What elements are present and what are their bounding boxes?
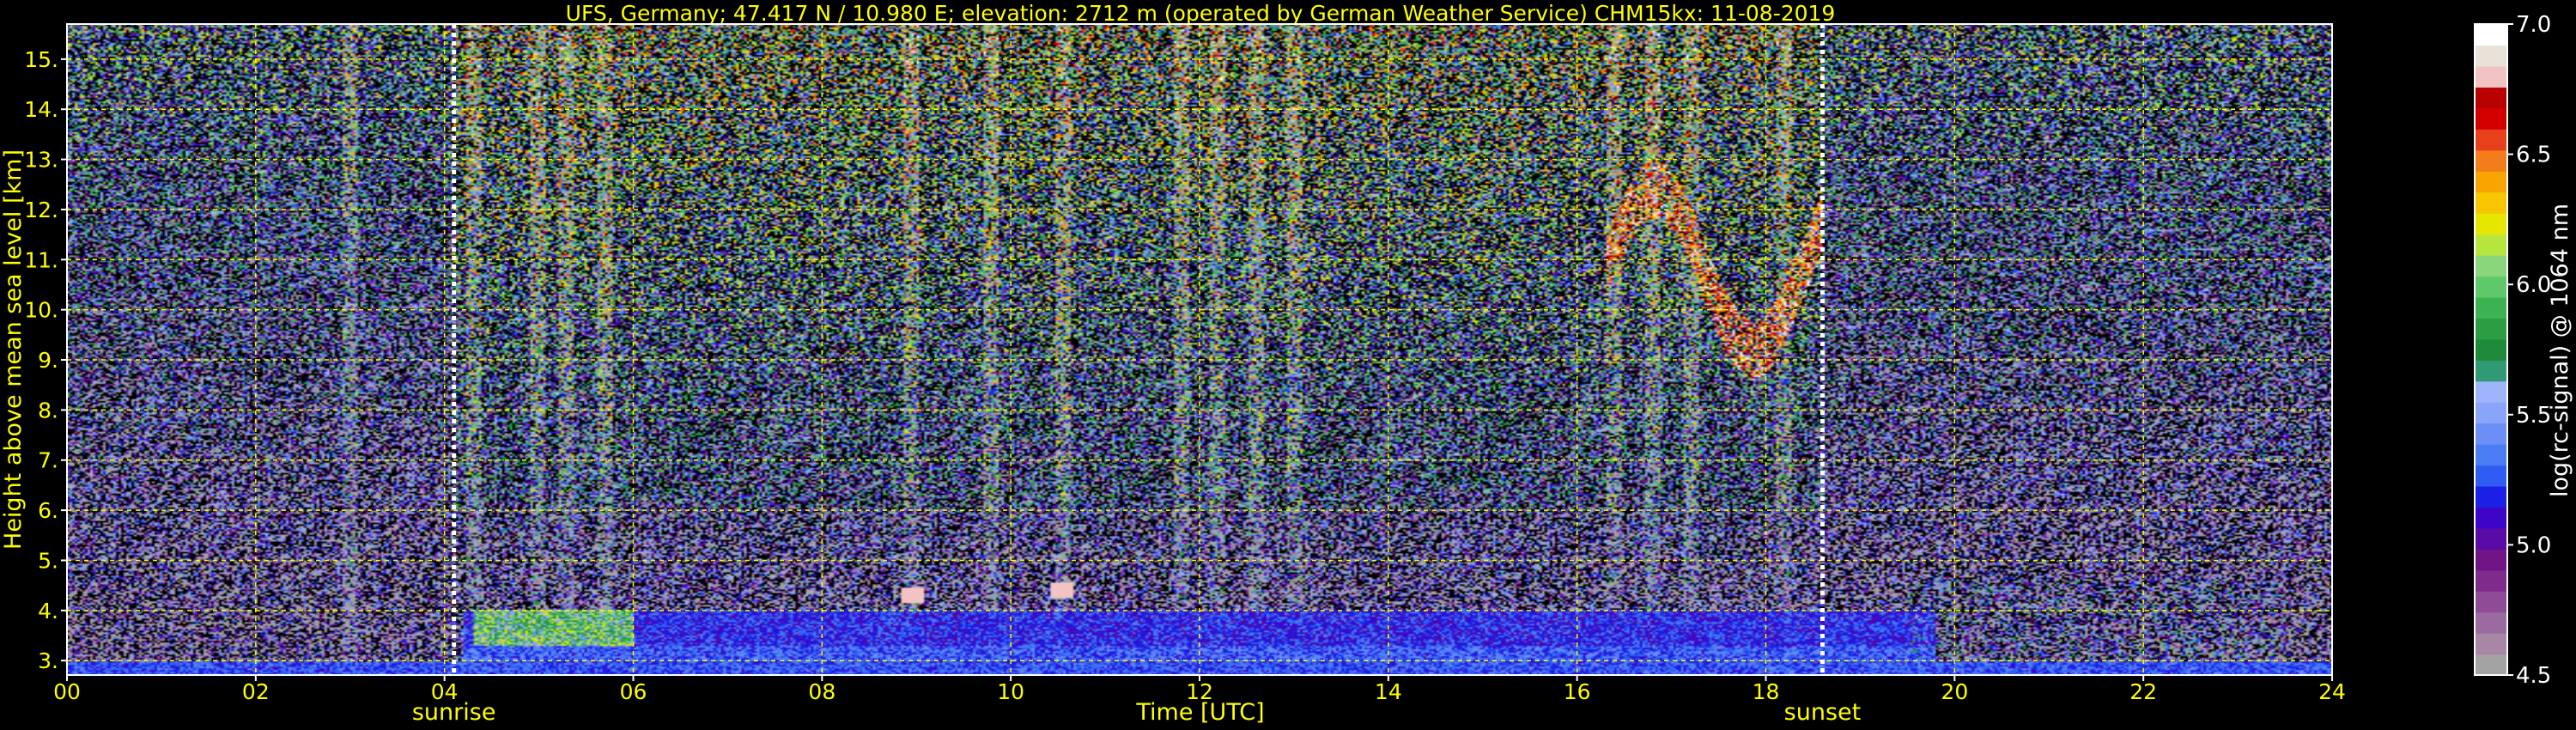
colorbar-segment: [2475, 129, 2507, 151]
x-tick-label: 08: [808, 679, 835, 704]
colorbar-segment: [2475, 276, 2507, 298]
x-tick-label: 10: [997, 679, 1024, 704]
colorbar-segment: [2475, 591, 2507, 613]
colorbar-segment: [2475, 402, 2507, 424]
colorbar-segment: [2475, 192, 2507, 214]
y-tick-label: 7.: [38, 448, 58, 473]
colorbar-tick-label: 5.0: [2516, 532, 2551, 558]
colorbar-tick-label: 4.5: [2516, 663, 2551, 689]
y-tick-label: 5.: [38, 548, 58, 573]
colorbar-segment: [2475, 87, 2507, 109]
colorbar-segment: [2475, 380, 2507, 403]
y-tick-label: 4.: [38, 599, 58, 624]
colorbar-segment: [2475, 45, 2507, 67]
colorbar-segment: [2475, 654, 2507, 676]
y-axis-label: Height above mean sea level [km]: [0, 149, 27, 550]
colorbar-segment: [2475, 485, 2507, 508]
x-tick-label: 16: [1564, 679, 1591, 704]
x-tick-label: 14: [1375, 679, 1402, 704]
x-tick-label: 06: [620, 679, 647, 704]
chart-title: UFS, Germany; 47.417 N / 10.980 E; eleva…: [566, 1, 1836, 26]
daylight-marker-label: sunrise: [412, 699, 496, 726]
x-tick-label: 20: [1941, 679, 1968, 704]
colorbar-segment: [2475, 507, 2507, 529]
colorbar: 4.55.05.56.06.57.0: [2474, 12, 2551, 689]
colorbar-segment: [2475, 65, 2507, 88]
colorbar-segment: [2475, 633, 2507, 655]
x-tick-label: 18: [1753, 679, 1780, 704]
x-tick-label: 02: [242, 679, 270, 704]
colorbar-segment: [2475, 569, 2507, 592]
lidar-chart: UFS, Germany; 47.417 N / 10.980 E; eleva…: [0, 1, 2573, 726]
y-tick-label: 14.: [24, 97, 58, 122]
y-tick-label: 11.: [24, 247, 58, 272]
colorbar-segment: [2475, 149, 2507, 172]
y-axis: 3. 4. 5. 6. 7. 8. 9. 10. 11. 12. 13. 14. 15.: [24, 47, 67, 673]
colorbar-segment: [2475, 611, 2507, 634]
daylight-marker-label: sunset: [1784, 699, 1862, 726]
x-axis-label: Time [UTC]: [1135, 699, 1264, 726]
y-tick-label: 3.: [38, 648, 58, 673]
colorbar-segment: [2475, 318, 2507, 340]
y-tick-label: 8.: [38, 398, 58, 423]
x-tick-label: 22: [2129, 679, 2157, 704]
colorbar-label: log(rc-signal) @ 1064 nm: [2547, 204, 2573, 497]
y-tick-label: 9.: [38, 348, 58, 373]
colorbar-segment: [2475, 171, 2507, 193]
colorbar-segment: [2475, 527, 2507, 550]
colorbar-segment: [2475, 254, 2507, 277]
colorbar-segment: [2475, 423, 2507, 445]
y-tick-label: 10.: [24, 298, 58, 323]
y-tick-label: 13.: [24, 148, 58, 173]
colorbar-segment: [2475, 107, 2507, 130]
colorbar-segment: [2475, 296, 2507, 319]
colorbar-segment: [2475, 24, 2507, 46]
colorbar-segment: [2475, 213, 2507, 235]
colorbar-segment: [2475, 338, 2507, 361]
colorbar-tick-label: 7.0: [2516, 12, 2551, 38]
colorbar-segment: [2475, 465, 2507, 487]
colorbar-segment: [2475, 444, 2507, 466]
colorbar-tick-label: 6.5: [2516, 143, 2551, 168]
colorbar-segment: [2475, 549, 2507, 571]
x-tick-label: 00: [53, 679, 81, 704]
colorbar-segment: [2475, 234, 2507, 256]
y-tick-label: 15.: [24, 47, 58, 72]
x-tick-label: 24: [2318, 679, 2346, 704]
plot-area: [66, 23, 2333, 676]
y-tick-label: 12.: [24, 198, 58, 222]
y-tick-label: 6.: [38, 498, 58, 523]
colorbar-segment: [2475, 360, 2507, 382]
